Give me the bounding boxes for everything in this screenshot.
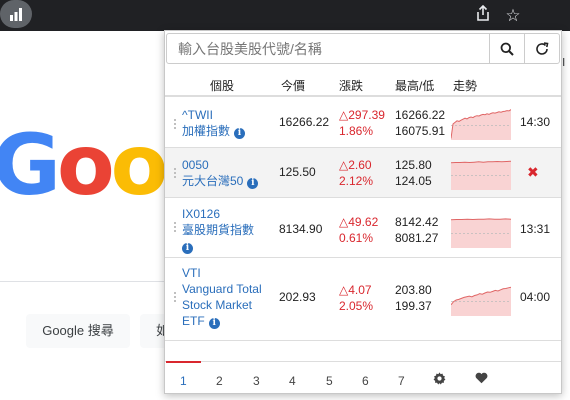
- stock-low: 8081.27: [395, 231, 439, 245]
- sparkline-chart: [451, 218, 511, 248]
- tab-4[interactable]: 4: [289, 374, 296, 388]
- info-icon[interactable]: i: [208, 318, 220, 329]
- stock-low: 199.37: [395, 299, 432, 313]
- header-stock: 個股: [210, 79, 235, 93]
- info-icon[interactable]: i: [182, 243, 193, 254]
- settings-tab[interactable]: [433, 372, 446, 388]
- refresh-button[interactable]: [524, 34, 559, 63]
- extension-button[interactable]: [0, 0, 32, 28]
- info-icon[interactable]: i: [247, 178, 259, 189]
- bar-chart-icon: [10, 8, 22, 21]
- header-high-low: 最高/低: [395, 79, 435, 93]
- stock-change: △49.62: [339, 215, 379, 229]
- stock-popup: 個股 今價 漲跌 最高/低 走勢 ^TWII 加權指數 i 16266.22 △2…: [164, 30, 562, 394]
- logo-letter: o: [56, 116, 115, 214]
- stock-high: 125.80: [395, 158, 432, 172]
- drag-handle-icon[interactable]: [173, 291, 177, 303]
- stock-change-pct: 0.61%: [339, 231, 374, 245]
- stock-low: 16075.91: [395, 124, 446, 138]
- gear-icon: [433, 372, 446, 385]
- drag-handle-icon[interactable]: [173, 221, 177, 233]
- active-tab-indicator: [166, 361, 201, 363]
- stock-name[interactable]: 加權指數: [182, 124, 230, 138]
- stock-change: △297.39: [339, 108, 385, 122]
- stock-change: △2.60: [339, 158, 372, 172]
- stock-high: 8142.42: [395, 215, 439, 229]
- header-price: 今價: [281, 79, 306, 93]
- tab-2[interactable]: 2: [216, 374, 223, 388]
- logo-letter: G: [0, 116, 61, 214]
- header-trend: 走勢: [453, 79, 478, 93]
- page-tabs: 1 2 3 4 5 6 7: [165, 361, 561, 393]
- stock-price: 16266.22: [279, 115, 330, 129]
- stock-change-pct: 2.05%: [339, 299, 374, 313]
- tab-1[interactable]: 1: [180, 374, 187, 388]
- logo-letter: o: [110, 116, 169, 214]
- star-icon[interactable]: ☆: [502, 5, 524, 27]
- stock-name-line[interactable]: 元大台灣50 i: [182, 173, 259, 189]
- stock-name-line[interactable]: i: [182, 238, 193, 254]
- stock-symbol[interactable]: VTI: [182, 265, 201, 281]
- sparkline-chart: [451, 286, 511, 316]
- drag-handle-icon[interactable]: [173, 118, 177, 130]
- stock-symbol[interactable]: ^TWII: [182, 107, 213, 123]
- search-box-border: [0, 281, 170, 282]
- stock-change-pct: 1.86%: [339, 124, 374, 138]
- stock-time: 14:30: [520, 115, 551, 129]
- header-change: 漲跌: [339, 79, 364, 93]
- stock-price: 8134.90: [279, 222, 323, 236]
- browser-toolbar: ☆: [0, 0, 570, 31]
- stock-name[interactable]: ETF: [182, 314, 205, 328]
- stock-name[interactable]: 臺股期貨指數: [182, 222, 254, 238]
- tab-3[interactable]: 3: [253, 374, 260, 388]
- stock-price: 125.50: [279, 165, 316, 179]
- tab-6[interactable]: 6: [362, 374, 369, 388]
- stock-row[interactable]: 0050 元大台灣50 i 125.50 △2.60 2.12% 125.80 1…: [165, 148, 561, 198]
- stock-row[interactable]: ^TWII 加權指數 i 16266.22 △297.39 1.86% 16266…: [165, 99, 561, 148]
- table-header: 個股 今價 漲跌 最高/低 走勢: [165, 71, 561, 97]
- tab-5[interactable]: 5: [326, 374, 333, 388]
- stock-name[interactable]: Stock Market: [182, 297, 252, 313]
- info-icon[interactable]: i: [234, 128, 246, 139]
- share-icon[interactable]: [472, 4, 494, 27]
- stock-name-line[interactable]: ETF i: [182, 313, 220, 329]
- stock-symbol[interactable]: 0050: [182, 157, 209, 173]
- stock-change-pct: 2.12%: [339, 174, 374, 188]
- heart-icon: [475, 372, 488, 384]
- stock-high: 16266.22: [395, 108, 446, 122]
- stock-change: △4.07: [339, 283, 372, 297]
- drag-handle-icon[interactable]: [173, 167, 177, 179]
- stock-price: 202.93: [279, 290, 316, 304]
- sparkline-chart: [451, 109, 511, 140]
- sparkline-area: [451, 109, 511, 140]
- stock-high: 203.80: [395, 283, 432, 297]
- search-icon: [500, 42, 514, 56]
- stock-time: 13:31: [520, 222, 551, 236]
- stock-name[interactable]: Vanguard Total: [182, 281, 262, 297]
- tab-7[interactable]: 7: [398, 374, 405, 388]
- stock-low: 124.05: [395, 174, 432, 188]
- google-search-button[interactable]: Google 搜尋: [26, 314, 130, 348]
- stock-symbol[interactable]: IX0126: [182, 206, 220, 222]
- stock-row[interactable]: IX0126 臺股期貨指數 i 8134.90 △49.62 0.61% 814…: [165, 198, 561, 258]
- search-button[interactable]: [489, 34, 524, 63]
- stock-time: 04:00: [520, 290, 551, 304]
- refresh-icon: [536, 41, 549, 55]
- favorites-tab[interactable]: [475, 372, 488, 387]
- stock-search-bar: [166, 33, 560, 64]
- stock-name-line[interactable]: 加權指數 i: [182, 123, 246, 139]
- stock-name[interactable]: 元大台灣50: [182, 174, 243, 188]
- stock-search-input[interactable]: [167, 34, 489, 63]
- remove-stock-icon[interactable]: ✖: [527, 164, 539, 181]
- sparkline-chart: [451, 160, 511, 190]
- stock-row[interactable]: VTI Vanguard Total Stock Market ETF i 202…: [165, 258, 561, 341]
